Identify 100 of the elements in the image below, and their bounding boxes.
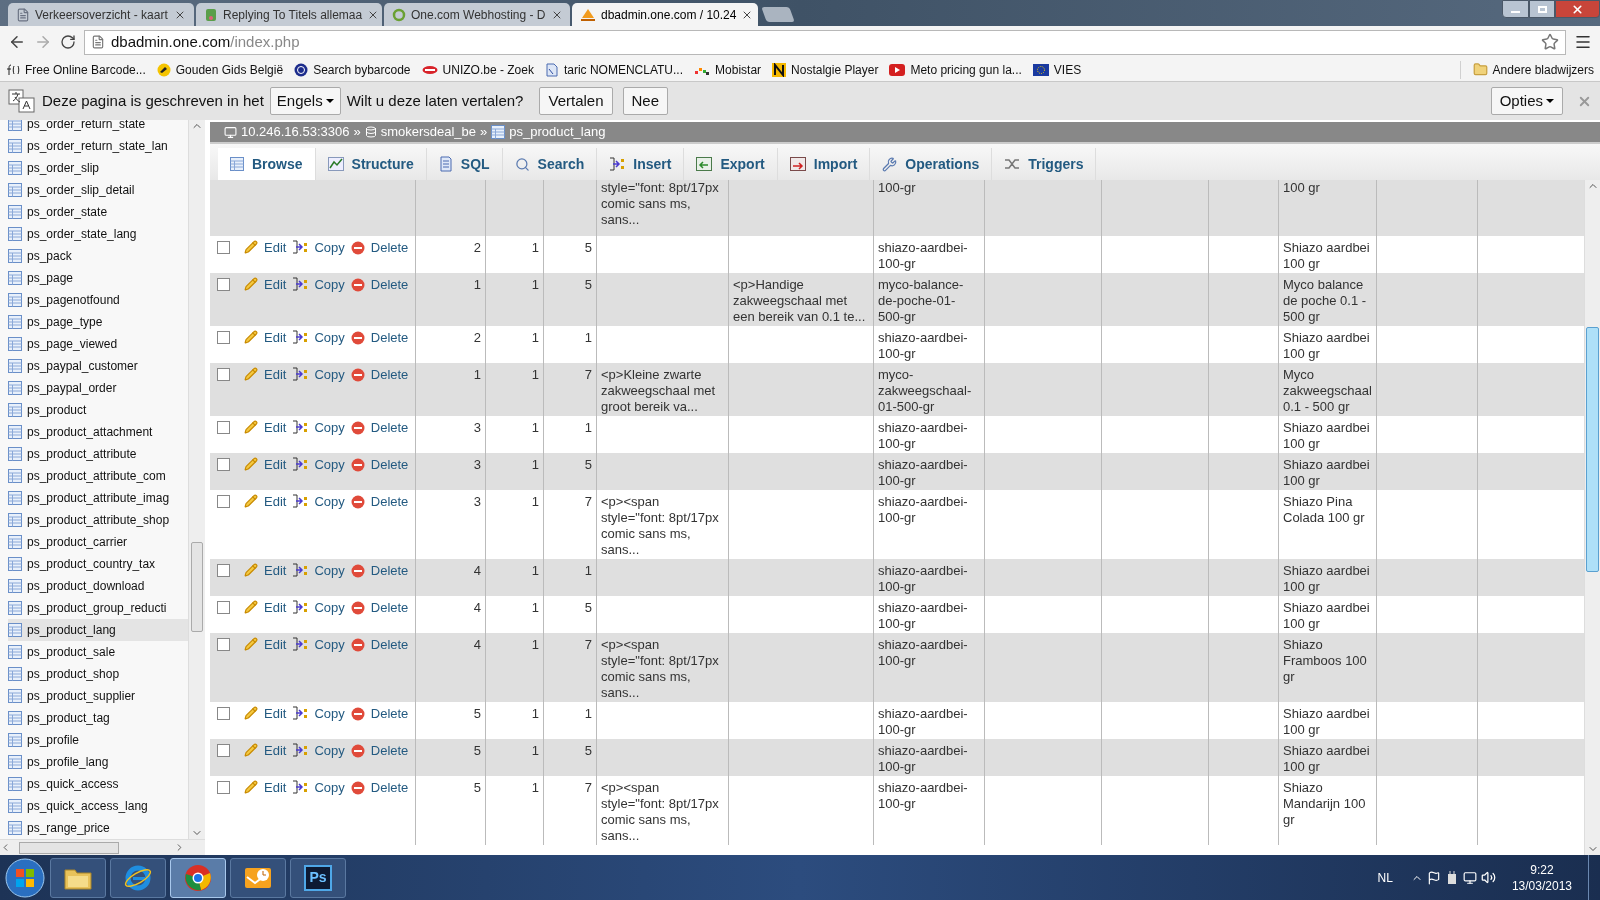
edit-link[interactable]: Edit xyxy=(264,277,287,293)
table-list-item[interactable]: ps_product_attribute xyxy=(8,443,188,465)
edit-link[interactable]: Edit xyxy=(264,240,287,256)
copy-link[interactable]: Copy xyxy=(314,743,345,759)
row-checkbox[interactable] xyxy=(217,241,230,254)
bookmark-item[interactable]: VIES xyxy=(1032,60,1082,79)
clock[interactable]: 9:22 13/03/2013 xyxy=(1499,861,1584,894)
breadcrumb-link[interactable]: ps_product_lang xyxy=(491,122,606,142)
row-checkbox[interactable] xyxy=(217,781,230,794)
taskbar-app[interactable]: Ps xyxy=(290,857,346,898)
edit-link[interactable]: Edit xyxy=(264,494,287,510)
table-list-item[interactable]: ps_page xyxy=(8,267,188,289)
copy-link[interactable]: Copy xyxy=(314,277,345,293)
row-checkbox[interactable] xyxy=(217,495,230,508)
table-list-item[interactable]: ps_order_return_state xyxy=(8,120,188,135)
flag-icon[interactable] xyxy=(1426,870,1441,885)
bookmark-item[interactable]: Nostalgie Player xyxy=(772,60,879,79)
bookmark-item[interactable]: UNIZO.be - Zoek xyxy=(421,60,534,79)
copy-link[interactable]: Copy xyxy=(314,457,345,473)
edit-link[interactable]: Edit xyxy=(264,743,287,759)
reload-icon[interactable] xyxy=(60,34,76,50)
copy-link[interactable]: Copy xyxy=(314,330,345,346)
copy-link[interactable]: Copy xyxy=(314,367,345,383)
sidebar-horizontal-scrollbar[interactable] xyxy=(0,839,205,855)
copy-link[interactable]: Copy xyxy=(314,420,345,436)
table-list-item[interactable]: ps_order_state_lang xyxy=(8,223,188,245)
table-list-item[interactable]: ps_pagenotfound xyxy=(8,289,188,311)
speaker-icon[interactable] xyxy=(1480,870,1496,885)
row-checkbox[interactable] xyxy=(217,421,230,434)
copy-link[interactable]: Copy xyxy=(314,494,345,510)
delete-link[interactable]: Delete xyxy=(370,494,409,510)
table-list-item[interactable]: ps_product_lang xyxy=(8,619,188,641)
row-checkbox[interactable] xyxy=(217,458,230,471)
forward-icon[interactable] xyxy=(34,33,52,51)
table-list-item[interactable]: ps_order_state xyxy=(8,201,188,223)
browser-tab[interactable]: Replying To Titels allemaa xyxy=(196,3,382,26)
edit-link[interactable]: Edit xyxy=(264,420,287,436)
other-bookmarks-item[interactable]: Andere bladwijzers xyxy=(1459,60,1594,79)
table-list-item[interactable]: ps_product_attribute_com xyxy=(8,465,188,487)
bookmark-star-icon[interactable] xyxy=(1541,33,1559,51)
bookmark-item[interactable]: Meto pricing gun la... xyxy=(889,60,1022,79)
network-icon[interactable] xyxy=(1462,870,1477,885)
page-scrollbar[interactable] xyxy=(1584,180,1600,855)
row-checkbox[interactable] xyxy=(217,368,230,381)
delete-link[interactable]: Delete xyxy=(370,420,409,436)
delete-link[interactable]: Delete xyxy=(370,367,409,383)
row-checkbox[interactable] xyxy=(217,331,230,344)
edit-link[interactable]: Edit xyxy=(264,563,287,579)
table-list-item[interactable]: ps_pack xyxy=(8,245,188,267)
edit-link[interactable]: Edit xyxy=(264,706,287,722)
taskbar-app[interactable] xyxy=(50,857,106,898)
table-list-item[interactable]: ps_product_carrier xyxy=(8,531,188,553)
edit-link[interactable]: Edit xyxy=(264,330,287,346)
table-list-item[interactable]: ps_product_attachment xyxy=(8,421,188,443)
table-list-item[interactable]: ps_quick_access_lang xyxy=(8,795,188,817)
copy-link[interactable]: Copy xyxy=(314,600,345,616)
translate-bar-button[interactable]: Vertalen xyxy=(539,87,613,115)
table-list-item[interactable]: ps_paypal_order xyxy=(8,377,188,399)
language-indicator[interactable]: NL xyxy=(1377,868,1393,887)
start-button[interactable] xyxy=(4,856,46,899)
copy-link[interactable]: Copy xyxy=(314,563,345,579)
table-list-item[interactable]: ps_quick_access xyxy=(8,773,188,795)
bookmark-item[interactable]: Gouden Gids België xyxy=(156,60,284,79)
row-checkbox[interactable] xyxy=(217,707,230,720)
taskbar-app[interactable] xyxy=(230,857,286,898)
breadcrumb-link[interactable]: smokersdeal_be xyxy=(364,122,477,142)
row-checkbox[interactable] xyxy=(217,601,230,614)
bookmark-item[interactable]: Mobistar xyxy=(694,60,762,79)
bookmark-item[interactable]: Search bybarcode xyxy=(294,60,411,79)
table-list-item[interactable]: ps_paypal_customer xyxy=(8,355,188,377)
language-select[interactable]: Engels xyxy=(269,87,341,115)
delete-link[interactable]: Delete xyxy=(370,330,409,346)
row-checkbox[interactable] xyxy=(217,638,230,651)
copy-link[interactable]: Copy xyxy=(314,240,345,256)
table-list-item[interactable]: ps_order_slip_detail xyxy=(8,179,188,201)
translate-bar-button[interactable]: Nee xyxy=(622,87,669,115)
delete-link[interactable]: Delete xyxy=(370,637,409,653)
table-list-item[interactable]: ps_profile xyxy=(8,729,188,751)
table-list-item[interactable]: ps_product_attribute_shop xyxy=(8,509,188,531)
table-list-item[interactable]: ps_page_viewed xyxy=(8,333,188,355)
taskbar-app[interactable] xyxy=(170,857,226,898)
delete-link[interactable]: Delete xyxy=(370,780,409,796)
table-list-item[interactable]: ps_page_type xyxy=(8,311,188,333)
delete-link[interactable]: Delete xyxy=(370,240,409,256)
delete-link[interactable]: Delete xyxy=(370,563,409,579)
new-tab-button[interactable] xyxy=(761,7,795,22)
table-list-item[interactable]: ps_order_return_state_lan xyxy=(8,135,188,157)
back-icon[interactable] xyxy=(8,33,26,51)
edit-link[interactable]: Edit xyxy=(264,780,287,796)
edit-link[interactable]: Edit xyxy=(264,457,287,473)
table-list-item[interactable]: ps_range_price xyxy=(8,817,188,839)
minimize-button[interactable] xyxy=(1502,0,1529,18)
delete-link[interactable]: Delete xyxy=(370,743,409,759)
table-list-item[interactable]: ps_product_country_tax xyxy=(8,553,188,575)
breadcrumb-link[interactable]: 10.246.16.53:3306 xyxy=(224,122,350,142)
copy-link[interactable]: Copy xyxy=(314,706,345,722)
options-button[interactable]: Opties xyxy=(1490,87,1563,115)
table-list-item[interactable]: ps_product_supplier xyxy=(8,685,188,707)
taskbar-app[interactable] xyxy=(110,857,166,898)
edit-link[interactable]: Edit xyxy=(264,600,287,616)
